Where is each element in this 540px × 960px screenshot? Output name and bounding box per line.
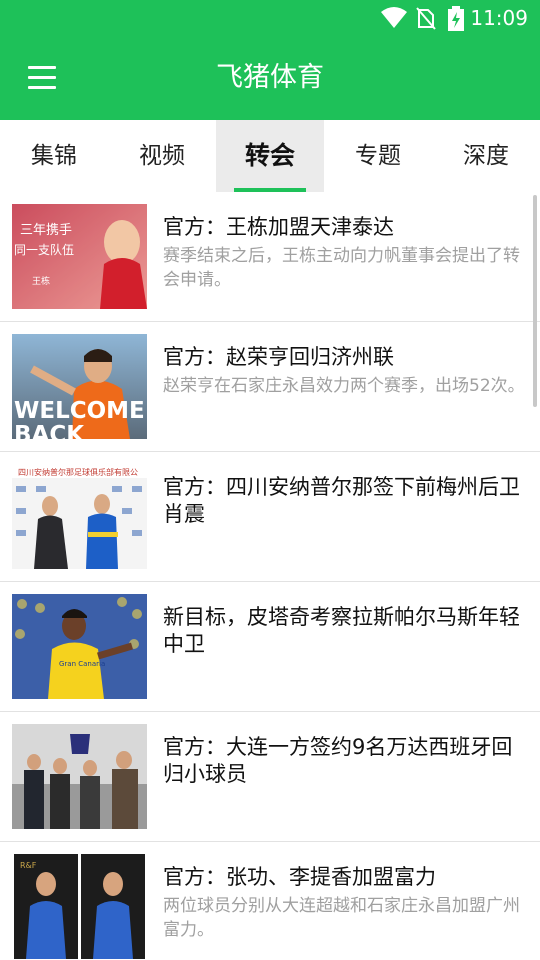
tab-in-depth[interactable]: 深度 [432,120,540,192]
article-thumbnail: 四川安纳普尔那足球俱乐部有限公 [12,464,147,569]
wifi-icon [380,6,408,34]
list-item[interactable]: Gran Canaria 新目标，皮塔奇考察拉斯帕尔马斯年轻中卫 [0,582,540,712]
article-title: 官方：四川安纳普尔那签下前梅州后卫肖震 [163,475,520,526]
article-title: 新目标，皮塔奇考察拉斯帕尔马斯年轻中卫 [163,605,520,656]
tab-topics[interactable]: 专题 [324,120,432,192]
thumb-text: BACK [14,422,85,439]
article-description: 赛季结束之后，王栋主动向力帆董事会提出了转会申请。 [163,246,520,290]
tab-highlights[interactable]: 集锦 [0,120,108,192]
list-item[interactable]: WELCOME BACK 官方：赵荣亨回归济州联 赵荣亨在石家庄永昌效力两个赛季… [0,322,540,452]
thumb-text: Gran Canaria [59,660,105,668]
thumb-text: 三年携手 [20,222,72,238]
article-description: 两位球员分别从大连超越和石家庄永昌加盟广州富力。 [163,896,520,940]
article-title: 官方：赵荣亨回归济州联 [163,345,394,369]
thumb-text: 同一支队伍 [14,242,74,257]
article-thumbnail: Gran Canaria [12,594,147,699]
thumb-text: WELCOME [14,398,145,424]
thumb-text: 王栋 [32,275,50,287]
list-item[interactable]: 四川安纳普尔那足球俱乐部有限公 官方：四川安纳普尔那签下前梅州后卫肖震 [0,452,540,582]
article-thumbnail: WELCOME BACK [12,334,147,439]
article-title: 官方：王栋加盟天津泰达 [163,215,394,239]
thumb-text: 四川安纳普尔那足球俱乐部有限公 [18,467,138,477]
list-scrollbar[interactable] [533,195,537,407]
article-title: 官方：大连一方签约9名万达西班牙回归小球员 [163,735,513,786]
app-bar: 11:09 飞猪体育 [0,0,540,120]
battery-charging-icon [447,6,465,36]
status-bar: 11:09 [0,0,540,36]
list-item[interactable]: 官方：大连一方签约9名万达西班牙回归小球员 [0,712,540,842]
thumb-text: R&F [20,861,37,870]
list-item[interactable]: R&F 官方：张功、李提香加盟富力 两位球员分别从大连超越和石家庄永昌加盟广州富… [0,842,540,960]
category-tabs: 集锦 视频 转会 专题 深度 [0,120,540,192]
article-thumbnail [12,724,147,829]
article-list: 三年携手 同一支队伍 王栋 官方：王栋加盟天津泰达 赛季结束之后，王栋主动向力帆… [0,192,540,960]
tab-transfers[interactable]: 转会 [216,120,324,192]
article-description: 赵荣亨在石家庄永昌效力两个赛季，出场52次。 [163,376,525,396]
tab-video[interactable]: 视频 [108,120,216,192]
app-title: 飞猪体育 [216,62,324,93]
article-title: 官方：张功、李提香加盟富力 [163,865,436,889]
article-thumbnail: 三年携手 同一支队伍 王栋 [12,204,147,309]
list-item[interactable]: 三年携手 同一支队伍 王栋 官方：王栋加盟天津泰达 赛季结束之后，王栋主动向力帆… [0,192,540,322]
status-time: 11:09 [470,6,528,30]
no-sim-icon [416,6,436,34]
article-thumbnail: R&F [12,854,147,959]
